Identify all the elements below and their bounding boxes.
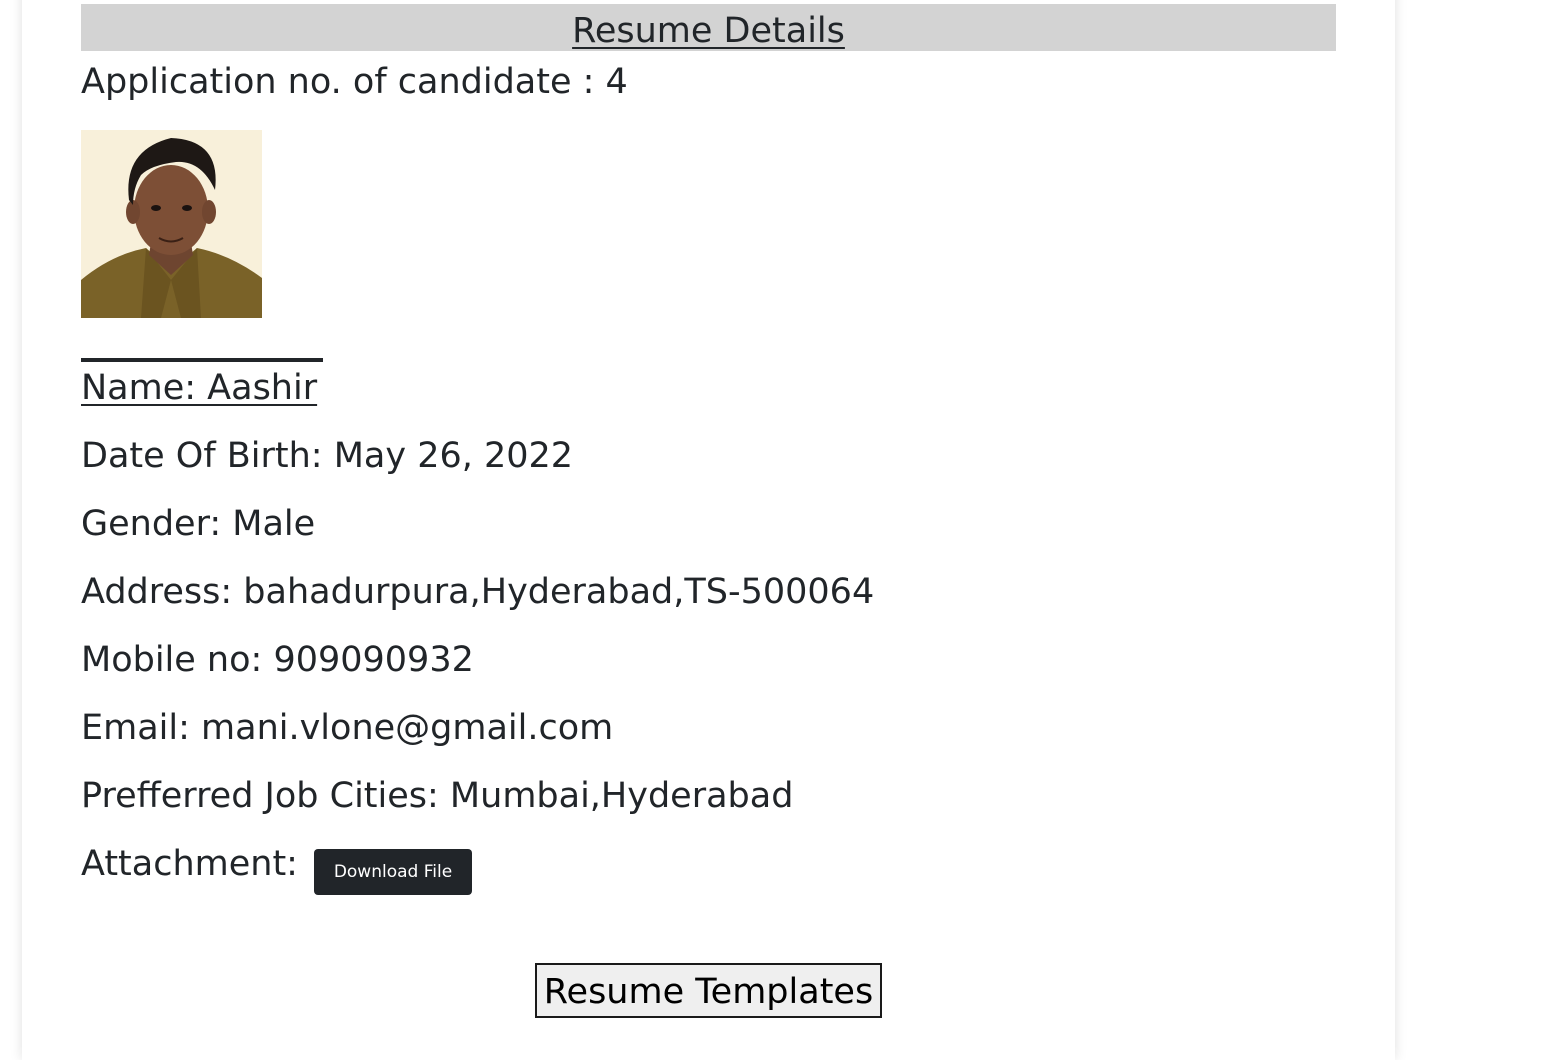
candidate-mobile: Mobile no: 909090932	[81, 640, 474, 680]
candidate-name: Name: Aashir	[81, 368, 318, 408]
attachment-label: Attachment:	[81, 844, 298, 884]
candidate-photo-image	[81, 130, 262, 318]
candidate-gender: Gender: Male	[81, 504, 316, 544]
candidate-dob: Date Of Birth: May 26, 2022	[81, 436, 574, 476]
candidate-email: Email: mani.vlone@gmail.com	[81, 708, 614, 748]
candidate-photo	[81, 130, 262, 318]
download-file-button[interactable]: Download File	[314, 849, 472, 895]
application-number: Application no. of candidate : 4	[81, 62, 628, 102]
candidate-address: Address: bahadurpura,Hyderabad,TS-500064	[81, 572, 875, 612]
name-divider	[81, 358, 323, 362]
page-title: Resume Details	[572, 10, 845, 51]
candidate-preferred-cities: Prefferred Job Cities: Mumbai,Hyderabad	[81, 776, 794, 816]
resume-templates-button[interactable]: Resume Templates	[535, 963, 882, 1018]
resume-header: Resume Details	[81, 4, 1336, 51]
